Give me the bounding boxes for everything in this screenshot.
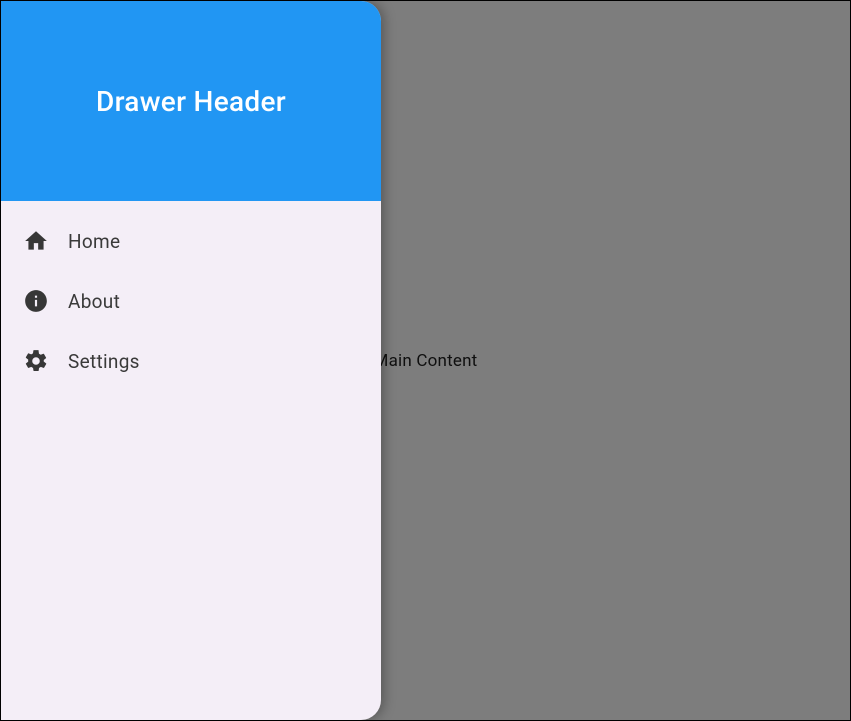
drawer-item-about[interactable]: About	[1, 271, 381, 331]
info-icon	[23, 288, 49, 314]
home-icon	[23, 228, 49, 254]
drawer-item-settings[interactable]: Settings	[1, 331, 381, 391]
drawer-item-home[interactable]: Home	[1, 211, 381, 271]
drawer-item-label: About	[68, 290, 120, 313]
navigation-drawer: Drawer Header Home About Settings	[1, 1, 381, 720]
app-frame: Main Content Drawer Header Home About	[1, 1, 850, 720]
drawer-item-label: Settings	[68, 350, 140, 373]
drawer-list: Home About Settings	[1, 201, 381, 391]
drawer-header-title: Drawer Header	[96, 85, 286, 118]
drawer-header: Drawer Header	[1, 1, 381, 201]
drawer-item-label: Home	[68, 230, 120, 253]
settings-icon	[23, 348, 49, 374]
